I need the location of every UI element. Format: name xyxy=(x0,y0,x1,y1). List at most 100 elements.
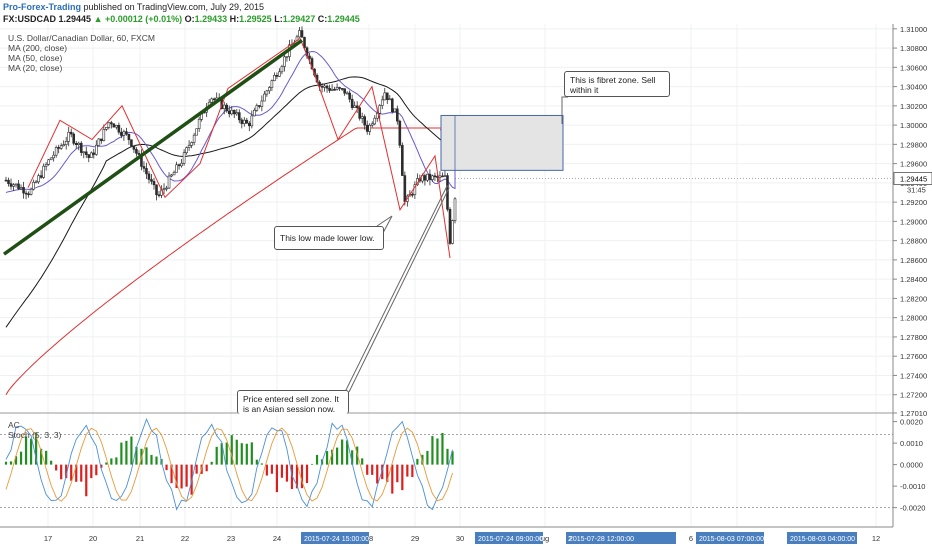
ac-bar-down xyxy=(371,464,374,475)
indicator-tick-label: -0.0020 xyxy=(900,504,925,513)
ac-bar-down xyxy=(366,464,369,475)
candle-up xyxy=(235,112,239,115)
ac-bar-down xyxy=(265,464,268,476)
candle-down xyxy=(258,105,261,107)
candle-down xyxy=(142,166,146,169)
candle-up xyxy=(323,85,326,88)
candle-up xyxy=(29,188,33,195)
ac-bar-down xyxy=(205,464,208,472)
candle-up xyxy=(102,129,106,141)
candle-up xyxy=(167,175,171,189)
indicator-tick-label: 0.0000 xyxy=(900,461,923,470)
symbol-label[interactable]: FX:USDCAD xyxy=(3,14,56,24)
ac-bar-up xyxy=(105,462,108,465)
candle-down xyxy=(448,209,452,244)
ac-bar-down xyxy=(60,464,63,480)
candle-down xyxy=(303,37,306,49)
ac-bar-down xyxy=(275,464,279,493)
price-tick-label: 1.29600 xyxy=(900,160,927,169)
candle-down xyxy=(411,193,414,196)
candle-down xyxy=(155,184,158,196)
ma50-legend[interactable]: MA (50, close) xyxy=(8,53,62,63)
candle-up xyxy=(270,80,274,88)
ac-bar-up xyxy=(24,436,28,465)
ac-bar-down xyxy=(270,464,273,474)
price-tick-label: 1.27600 xyxy=(900,352,927,361)
price-note[interactable]: Price entered sell zone. It is an Asian … xyxy=(237,390,349,414)
candle-down xyxy=(232,109,236,115)
ac-bar-up xyxy=(325,451,329,465)
candle-down xyxy=(27,193,30,196)
candle-down xyxy=(4,179,8,182)
ac-bar-up xyxy=(9,461,13,465)
lower-low-note[interactable]: This low made lower low. xyxy=(274,226,384,250)
candle-down xyxy=(300,30,304,38)
countdown-label: 31:45 xyxy=(907,186,926,195)
time-tick-label: 20 xyxy=(89,534,97,543)
indicator-tick-label: 0.0010 xyxy=(900,439,923,448)
candle-down xyxy=(120,131,123,136)
candle-up xyxy=(250,115,254,127)
candle-up xyxy=(353,105,356,108)
ac-bar-up xyxy=(4,461,8,465)
time-highlight-label: 2015-07-24 09:00:00 xyxy=(478,536,543,543)
candle-down xyxy=(24,192,28,195)
candle-up xyxy=(165,187,168,190)
candle-down xyxy=(127,133,131,141)
candle-down xyxy=(428,173,432,180)
candle-up xyxy=(345,92,349,95)
ac-bar-up xyxy=(50,460,53,465)
low-label: L: xyxy=(274,14,283,24)
candle-down xyxy=(348,92,351,100)
fibret-note[interactable]: This is fibret zone. Sell within it xyxy=(564,71,670,97)
time-tick-label: 12 xyxy=(872,534,880,543)
ma20-legend[interactable]: MA (20, close) xyxy=(8,63,62,73)
candle-down xyxy=(69,131,73,135)
candle-up xyxy=(242,119,246,124)
candle-up xyxy=(67,131,71,142)
ac-bar-up xyxy=(215,446,218,465)
price-tick-label: 1.30400 xyxy=(900,83,927,92)
candle-down xyxy=(433,175,437,178)
price-tick-label: 1.30200 xyxy=(900,102,927,111)
low-value: 1.29427 xyxy=(282,14,316,24)
candle-down xyxy=(398,120,402,146)
candle-up xyxy=(122,131,126,136)
candle-up xyxy=(265,90,269,95)
ac-bar-up xyxy=(240,443,243,465)
ac-bar-up xyxy=(245,443,248,465)
candle-up xyxy=(298,30,301,38)
price-tick-label: 1.30800 xyxy=(900,44,927,53)
candle-up xyxy=(285,56,289,58)
candle-down xyxy=(147,173,151,180)
candle-down xyxy=(340,88,344,90)
ac-bar-up xyxy=(210,461,213,465)
time-highlight-label: 2015-07-24 15:00:00 xyxy=(304,536,369,543)
candle-up xyxy=(172,172,176,176)
candle-up xyxy=(34,181,38,184)
candle-up xyxy=(278,71,281,77)
ac-bar-down xyxy=(55,464,58,471)
candle-up xyxy=(32,181,35,190)
candle-down xyxy=(225,104,229,112)
ac-bar-down xyxy=(95,464,98,476)
price-tick-label: 1.27400 xyxy=(900,371,927,380)
change-up-icon: ▲ xyxy=(93,14,103,24)
candle-down xyxy=(325,85,329,89)
candle-down xyxy=(358,107,361,119)
candle-up xyxy=(170,174,173,177)
candle-down xyxy=(320,85,324,88)
publisher-link[interactable]: Pro-Forex-Trading xyxy=(3,2,81,12)
stoch-legend[interactable]: Stoch (5, 3, 3) xyxy=(8,430,61,440)
ma200-legend[interactable]: MA (200, close) xyxy=(8,43,67,53)
ac-legend[interactable]: AC xyxy=(8,420,20,430)
time-tick-label: 29 xyxy=(411,534,419,543)
price-change: +0.00012 (+0.01%) xyxy=(105,14,183,24)
ac-bar-up xyxy=(361,458,364,465)
price-chart[interactable]: 1.31000 1.30800 1.30600 1.30400 1.30200 1.300… xyxy=(0,0,932,550)
candle-down xyxy=(137,153,141,155)
ac-bar-up xyxy=(130,436,133,465)
candle-up xyxy=(52,154,55,159)
candle-up xyxy=(373,117,377,125)
candle-up xyxy=(49,157,53,161)
